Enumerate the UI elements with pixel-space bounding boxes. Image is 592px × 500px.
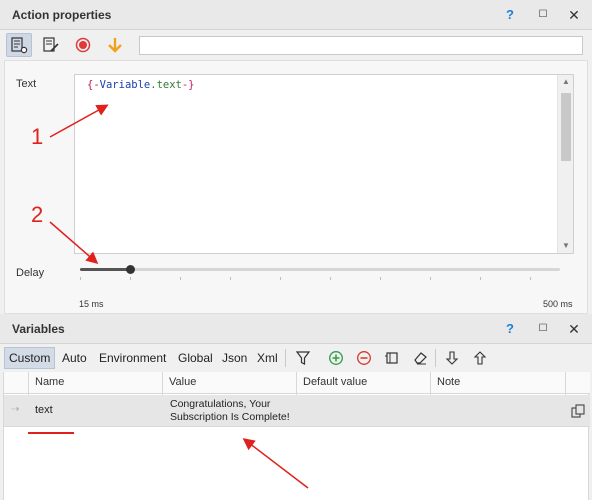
- annotation-arrow-1: [49, 104, 109, 138]
- annotation-arrow-3: [242, 438, 309, 489]
- annotation-arrow-2: [49, 221, 99, 264]
- annotation-arrows: [28, 104, 309, 489]
